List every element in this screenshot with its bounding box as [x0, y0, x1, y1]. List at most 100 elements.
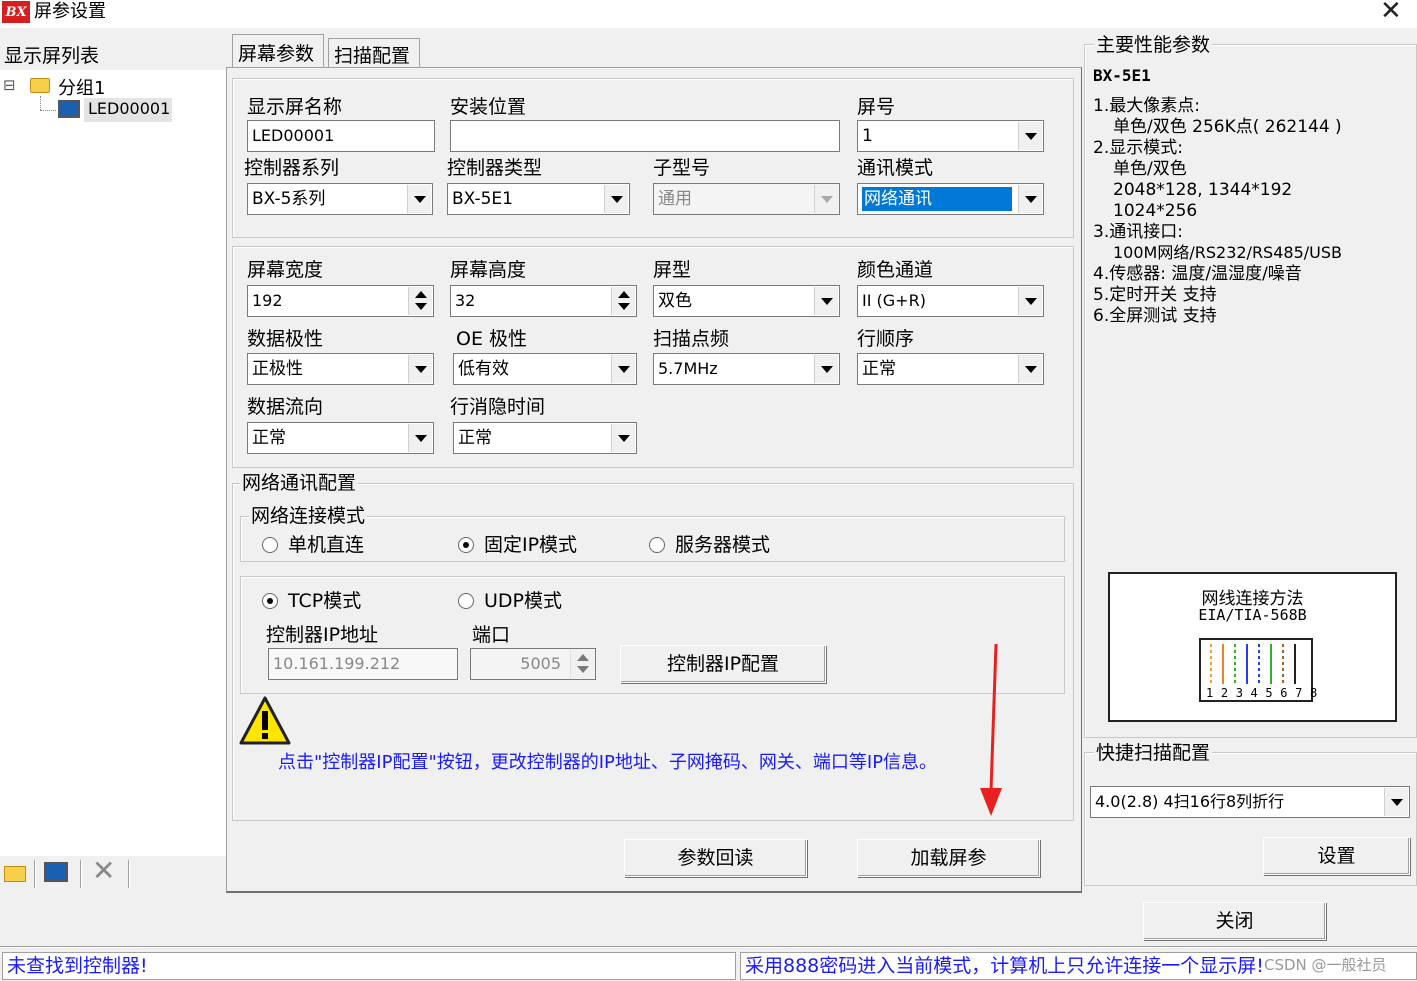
- comm-mode-select[interactable]: 网络通讯: [857, 183, 1044, 215]
- settings-button[interactable]: 设置: [1263, 837, 1410, 875]
- screen-no-select[interactable]: 1: [857, 120, 1044, 152]
- controller-series-select[interactable]: BX-5系列: [247, 183, 433, 215]
- folder-icon: [30, 78, 50, 93]
- color-channel-value: II (G+R): [862, 291, 926, 310]
- tab-scan-config-label: 扫描配置: [334, 45, 411, 67]
- screen-list-panel: 显示屏列表 ⊟ 分组1 LED00001: [0, 34, 226, 856]
- data-polarity-label: 数据极性: [247, 328, 324, 350]
- status-bar-top-line: [0, 946, 1417, 948]
- screen-width-value: 192: [252, 291, 283, 310]
- arrow-annotation-icon: [980, 643, 1002, 816]
- status-right-text: 采用888密码进入当前模式，计算机上只允许连接一个显示屏!: [745, 955, 1264, 977]
- spinner-icon[interactable]: [408, 287, 432, 315]
- separator: [34, 860, 36, 888]
- screen-height-input[interactable]: 32: [450, 285, 637, 317]
- title-bar: BX 屏参设置 ✕: [0, 0, 1417, 28]
- radio-udp[interactable]: [458, 593, 474, 609]
- load-params-button[interactable]: 加载屏参: [857, 839, 1040, 877]
- screen-no-value: 1: [862, 126, 873, 146]
- watermark: CSDN @一般社员: [1264, 956, 1387, 974]
- comm-mode-label: 通讯模式: [857, 157, 934, 179]
- color-channel-select[interactable]: II (G+R): [857, 285, 1044, 317]
- screen-name-input[interactable]: LED00001: [247, 120, 435, 152]
- separator: [80, 860, 82, 888]
- oe-polarity-select[interactable]: 低有效: [453, 353, 637, 385]
- close-button[interactable]: 关闭: [1143, 902, 1326, 940]
- radio-fixed-ip-label[interactable]: 固定IP模式: [484, 534, 577, 556]
- data-flow-select[interactable]: 正常: [247, 422, 434, 454]
- spinner-icon[interactable]: [611, 287, 635, 315]
- chevron-down-icon[interactable]: [611, 424, 635, 452]
- cable-diagram: 网线连接方法 EIA/TIA-568B 1 2 3 4 5 6 7 8: [1108, 572, 1397, 722]
- chevron-down-icon[interactable]: [1384, 788, 1408, 816]
- tab-screen-params-label: 屏幕参数: [238, 43, 315, 65]
- perf-line: 单色/双色: [1113, 159, 1187, 179]
- radio-tcp[interactable]: [262, 593, 278, 609]
- port-input: 5005: [470, 648, 596, 680]
- row-blanking-select[interactable]: 正常: [453, 422, 637, 454]
- chevron-down-icon[interactable]: [408, 424, 432, 452]
- data-flow-value: 正常: [252, 428, 286, 448]
- comm-mode-value: 网络通讯: [862, 187, 1012, 211]
- status-left: 未查找到控制器!: [2, 952, 736, 980]
- radio-direct-label[interactable]: 单机直连: [288, 534, 364, 556]
- row-order-select[interactable]: 正常: [857, 353, 1044, 385]
- port-value: 5005: [520, 654, 561, 673]
- tree-group-label[interactable]: 分组1: [58, 74, 105, 100]
- color-channel-label: 颜色通道: [857, 259, 934, 281]
- radio-server[interactable]: [649, 537, 665, 553]
- chevron-down-icon: [814, 185, 838, 213]
- warning-text: 点击"控制器IP配置"按钮，更改控制器的IP地址、子网掩码、网关、端口等IP信息…: [278, 752, 938, 773]
- spinner-icon: [570, 650, 594, 678]
- data-polarity-value: 正极性: [252, 359, 303, 379]
- quick-scan-select[interactable]: 4.0(2.8) 4扫16行8列折行: [1090, 786, 1410, 818]
- radio-fixed-ip[interactable]: [458, 537, 474, 553]
- app-logo: BX: [2, 1, 30, 23]
- delete-icon[interactable]: ✕: [92, 856, 115, 886]
- add-group-icon[interactable]: [4, 866, 26, 882]
- submodel-select: 通用: [653, 183, 840, 215]
- screen-type-select[interactable]: 双色: [653, 285, 840, 317]
- cable-standard: EIA/TIA-568B: [1198, 606, 1307, 624]
- chevron-down-icon[interactable]: [611, 355, 635, 383]
- chevron-down-icon[interactable]: [604, 185, 628, 213]
- controller-type-select[interactable]: BX-5E1: [447, 183, 630, 215]
- radio-direct[interactable]: [262, 537, 278, 553]
- controller-series-value: BX-5系列: [252, 189, 326, 209]
- data-polarity-select[interactable]: 正极性: [247, 353, 434, 385]
- radio-udp-label[interactable]: UDP模式: [484, 590, 562, 612]
- chevron-down-icon[interactable]: [1018, 185, 1042, 213]
- close-icon[interactable]: ✕: [1380, 0, 1402, 24]
- screen-name-label: 显示屏名称: [247, 96, 343, 118]
- tree-toggle[interactable]: ⊟: [3, 76, 16, 94]
- scan-freq-select[interactable]: 5.7MHz: [653, 353, 840, 385]
- install-location-input[interactable]: [450, 120, 840, 152]
- radio-server-label[interactable]: 服务器模式: [675, 534, 770, 556]
- oe-polarity-value: 低有效: [458, 359, 509, 379]
- tab-screen-params[interactable]: 屏幕参数: [232, 34, 324, 68]
- tree-item-led[interactable]: LED00001: [84, 98, 172, 122]
- perf-line: 100M网络/RS232/RS485/USB: [1113, 243, 1342, 262]
- perf-line: 1.最大像素点:: [1093, 96, 1200, 116]
- chevron-down-icon[interactable]: [407, 185, 431, 213]
- chevron-down-icon[interactable]: [408, 355, 432, 383]
- connection-mode-title: 网络连接模式: [249, 505, 368, 527]
- perf-model: BX-5E1: [1093, 66, 1151, 85]
- quick-scan-title: 快捷扫描配置: [1094, 742, 1213, 764]
- chevron-down-icon[interactable]: [1018, 122, 1042, 150]
- controller-ip-config-button[interactable]: 控制器IP配置: [620, 645, 826, 683]
- radio-tcp-label[interactable]: TCP模式: [288, 590, 361, 612]
- chevron-down-icon[interactable]: [1018, 287, 1042, 315]
- controller-ip-label: 控制器IP地址: [266, 624, 379, 646]
- cable-pins: 1 2 3 4 5 6 7 8: [1206, 686, 1318, 700]
- add-screen-icon[interactable]: [44, 862, 68, 882]
- chevron-down-icon[interactable]: [814, 355, 838, 383]
- row-blanking-label: 行消隐时间: [450, 396, 546, 418]
- screen-width-input[interactable]: 192: [247, 285, 434, 317]
- chevron-down-icon[interactable]: [1018, 355, 1042, 383]
- screen-type-label: 屏型: [653, 259, 692, 281]
- chevron-down-icon[interactable]: [814, 287, 838, 315]
- tree-item-led-label: LED00001: [88, 99, 171, 118]
- param-readback-button[interactable]: 参数回读: [624, 839, 807, 877]
- tab-scan-config[interactable]: 扫描配置: [328, 38, 420, 68]
